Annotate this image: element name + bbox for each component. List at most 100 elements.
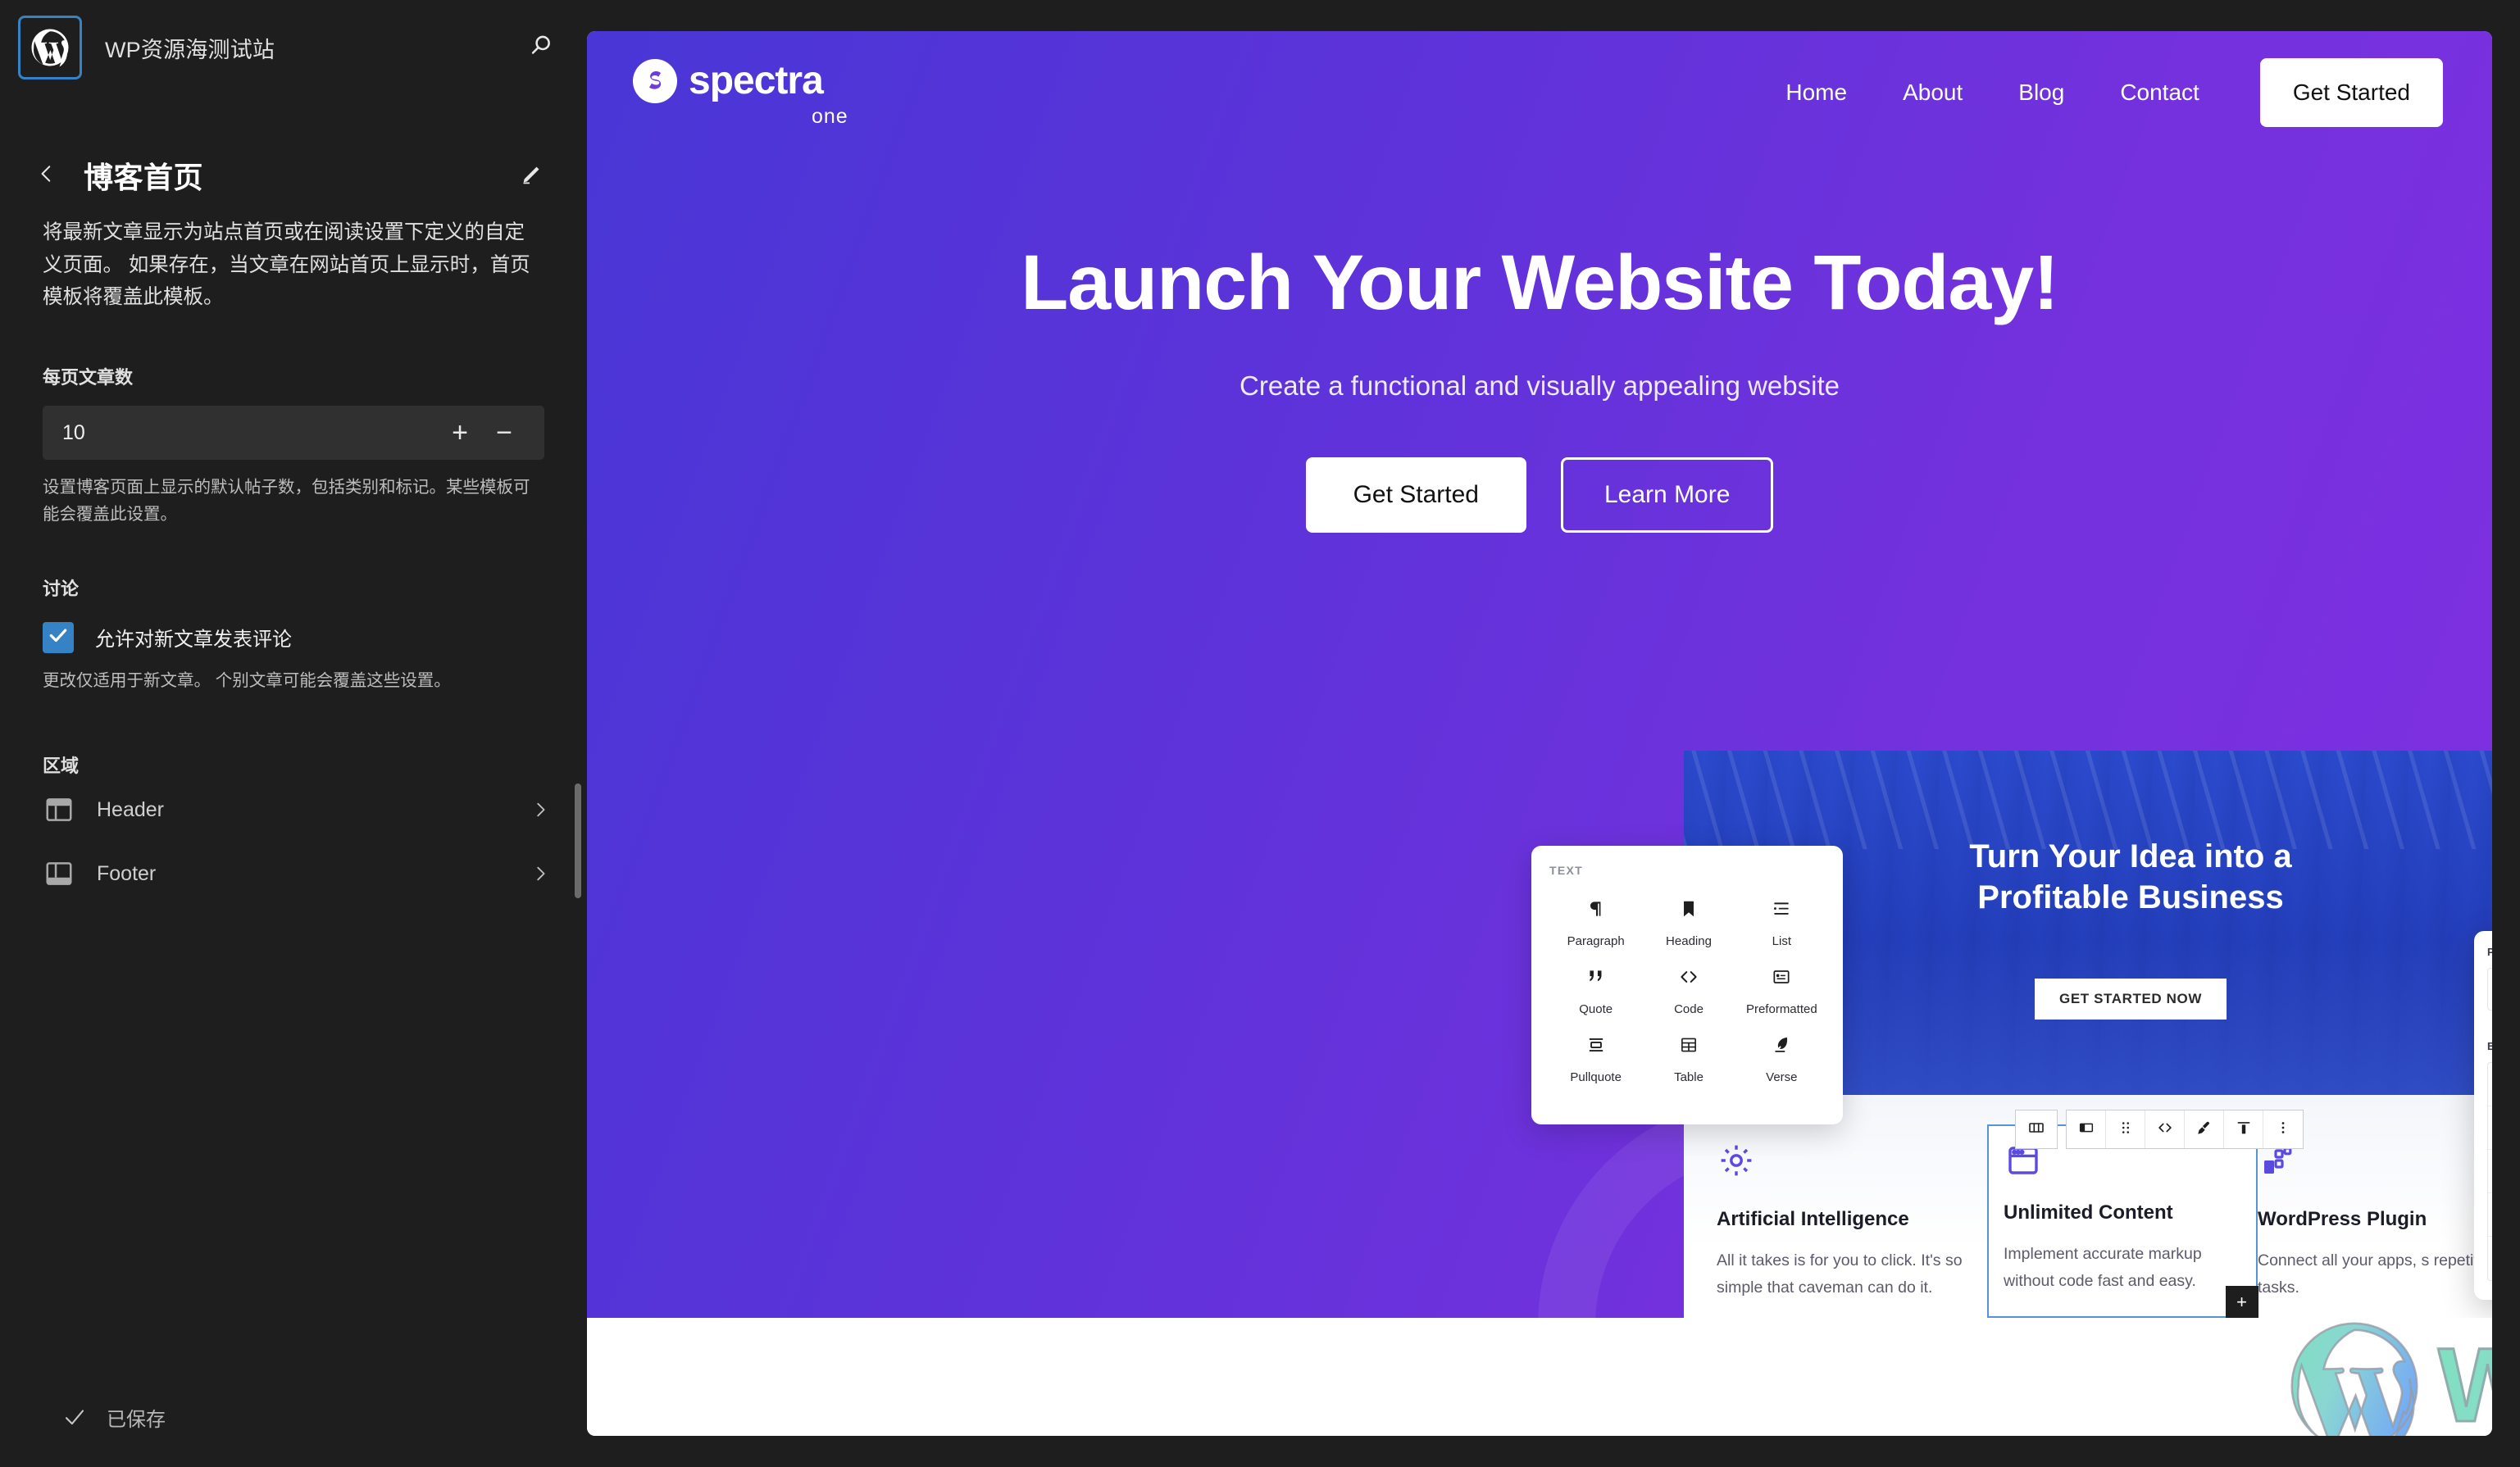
hero-learn-more-button[interactable]: Learn More xyxy=(1561,456,1774,533)
mockup-banner-button[interactable]: GET STARTED NOW xyxy=(2035,979,2227,1020)
feature-card-unlimited-content[interactable]: Unlimited Content Implement accurate mar… xyxy=(1987,1124,2258,1318)
sidebar-scrollbar[interactable] xyxy=(575,783,581,898)
inserter-block-preformatted[interactable]: Preformatted xyxy=(1735,966,1828,1016)
column-block-icon xyxy=(2077,1119,2095,1141)
feature-card-artificial-intelligence[interactable]: Artificial Intelligence All it takes is … xyxy=(1717,1141,1987,1318)
inserter-block-quote[interactable]: Quote xyxy=(1549,966,1642,1016)
verse-quill-icon xyxy=(1771,1034,1792,1059)
spectra-s-mark-icon xyxy=(633,58,677,103)
nav-item-blog[interactable]: Blog xyxy=(1990,79,2092,106)
posts-per-page-label: 每页文章数 xyxy=(43,367,134,388)
site-header: spectra one Home About Blog Contact Get … xyxy=(587,31,2492,154)
palette-section-label: PALETTE xyxy=(2487,946,2492,958)
feature-description: Connect all your apps, s repetitive task… xyxy=(2258,1251,2492,1297)
edit-template-button[interactable] xyxy=(515,158,549,193)
block-toolbar xyxy=(2015,1110,2304,1149)
inserter-block-grid: Paragraph Heading List Quote Code Prefor… xyxy=(1549,898,1828,1084)
inserter-block-label: Paragraph xyxy=(1567,934,1625,948)
search-button[interactable] xyxy=(516,23,566,72)
hero-subtitle: Create a functional and visually appeali… xyxy=(1240,370,1840,401)
code-button[interactable] xyxy=(2145,1110,2185,1148)
preview-footer-area xyxy=(587,1318,2492,1436)
header-get-started-button[interactable]: Get Started xyxy=(2259,58,2443,127)
feature-card-wordpress-plugin[interactable]: WordPress Plugin Connect all your apps, … xyxy=(2258,1141,2492,1318)
nav-item-about[interactable]: About xyxy=(1875,79,1990,106)
customizer-app: WP资源海测试站 博客首页 将最新文章显示为站点首页或在阅读设置下定义的自定义页… xyxy=(0,0,2520,1467)
inserter-section-label: TEXT xyxy=(1549,864,1583,877)
chevron-right-icon xyxy=(531,865,549,883)
hero-get-started-button[interactable]: Get Started xyxy=(1305,456,1526,533)
panel-description: 将最新文章显示为站点首页或在阅读设置下定义的自定义页面。 如果存在，当文章在网站… xyxy=(43,221,530,309)
drag-handle-icon xyxy=(2117,1119,2135,1141)
more-options-button[interactable] xyxy=(2263,1110,2303,1148)
discussion-help: 更改仅适用于新文章。 个别文章可能会覆盖这些设置。 xyxy=(43,670,451,690)
align-top-icon xyxy=(2235,1119,2253,1141)
inserter-block-label: Code xyxy=(1674,1002,1704,1016)
layout-footer-icon xyxy=(43,857,75,890)
site-logo[interactable]: spectra one xyxy=(633,58,848,127)
heading-bookmark-icon xyxy=(1678,898,1699,923)
allow-comments-checkbox[interactable] xyxy=(43,621,74,653)
inserter-block-verse[interactable]: Verse xyxy=(1735,1034,1828,1084)
nav-item-contact[interactable]: Contact xyxy=(2092,79,2227,106)
element-row-headings[interactable]: Headings xyxy=(2488,1193,2492,1237)
checkmark-icon xyxy=(62,1405,87,1429)
inserter-block-label: Verse xyxy=(1766,1070,1798,1084)
areas-section-label: 区域 xyxy=(43,756,80,777)
panel-header: 博客首页 xyxy=(0,95,587,197)
allow-comments-label: 允许对新文章发表评论 xyxy=(95,629,292,652)
inserter-block-table[interactable]: Table xyxy=(1642,1034,1735,1084)
nav-item-home[interactable]: Home xyxy=(1758,79,1875,106)
inserter-block-label: Heading xyxy=(1666,934,1712,948)
wordpress-logo-button[interactable] xyxy=(18,16,82,79)
inserter-block-label: Quote xyxy=(1579,1002,1613,1016)
quote-icon xyxy=(1585,966,1607,991)
columns-icon xyxy=(2026,1118,2046,1142)
allow-comments-row[interactable]: 允许对新文章发表评论 xyxy=(0,601,587,653)
wordpress-logo-icon xyxy=(28,25,72,70)
plus-icon: + xyxy=(2236,1291,2247,1312)
inserter-block-paragraph[interactable]: Paragraph xyxy=(1549,898,1642,948)
inserter-block-label: List xyxy=(1772,934,1791,948)
palette-panel: PALETTE 25 colors ELEMENTS xyxy=(2474,931,2492,1300)
page-title: 博客首页 xyxy=(84,161,204,194)
palette-colors-row[interactable]: 25 colors xyxy=(2487,968,2492,1011)
hero-content: Launch Your Website Today! Create a func… xyxy=(587,154,2492,533)
sidebar-item-label: Header xyxy=(97,797,164,821)
posts-per-page-stepper[interactable]: 10 + − xyxy=(43,406,544,461)
block-inserter-panel: TEXT Paragraph Heading List Quote Code P… xyxy=(1531,846,1843,1124)
block-toolbar-group xyxy=(2066,1110,2304,1149)
feature-cards: Artificial Intelligence All it takes is … xyxy=(1717,1124,2492,1318)
plus-icon[interactable]: + xyxy=(438,411,482,455)
element-row-background[interactable]: Background xyxy=(2488,1063,2492,1106)
inserter-block-heading[interactable]: Heading xyxy=(1642,898,1735,948)
inserter-block-label: Preformatted xyxy=(1745,1002,1817,1016)
list-icon xyxy=(1771,898,1792,923)
sidebar-item-footer[interactable]: Footer xyxy=(0,842,587,906)
add-block-button[interactable]: + xyxy=(2225,1285,2258,1318)
back-button[interactable] xyxy=(36,163,74,188)
highlighter-button[interactable] xyxy=(2185,1110,2224,1148)
column-block-button[interactable] xyxy=(2067,1110,2106,1148)
drag-handle-button[interactable] xyxy=(2106,1110,2145,1148)
inserter-block-pullquote[interactable]: Pullquote xyxy=(1549,1034,1642,1084)
minus-icon[interactable]: − xyxy=(482,411,526,455)
elements-section-label: ELEMENTS xyxy=(2487,1040,2492,1052)
element-row-text[interactable]: Text xyxy=(2488,1106,2492,1150)
inserter-block-label: Pullquote xyxy=(1570,1070,1622,1084)
sidebar-item-header[interactable]: Header xyxy=(0,778,587,842)
inserter-block-label: Table xyxy=(1674,1070,1704,1084)
feature-description: Implement accurate markup without code f… xyxy=(2004,1245,2202,1291)
inserter-block-code[interactable]: Code xyxy=(1642,966,1735,1016)
inserter-block-list[interactable]: List xyxy=(1735,898,1828,948)
code-icon xyxy=(1678,966,1699,991)
elements-list: Background Text Links xyxy=(2487,1062,2492,1281)
align-top-button[interactable] xyxy=(2224,1110,2263,1148)
gear-icon xyxy=(1717,1141,1971,1180)
element-row-buttons[interactable]: Buttons xyxy=(2488,1237,2492,1280)
feature-description: All it takes is for you to click. It's s… xyxy=(1717,1251,1963,1297)
parent-block-button[interactable] xyxy=(2015,1110,2058,1149)
hero-title: Launch Your Website Today! xyxy=(1021,239,2058,326)
element-row-links[interactable]: Links xyxy=(2488,1150,2492,1193)
posts-per-page-value[interactable]: 10 xyxy=(62,421,438,445)
